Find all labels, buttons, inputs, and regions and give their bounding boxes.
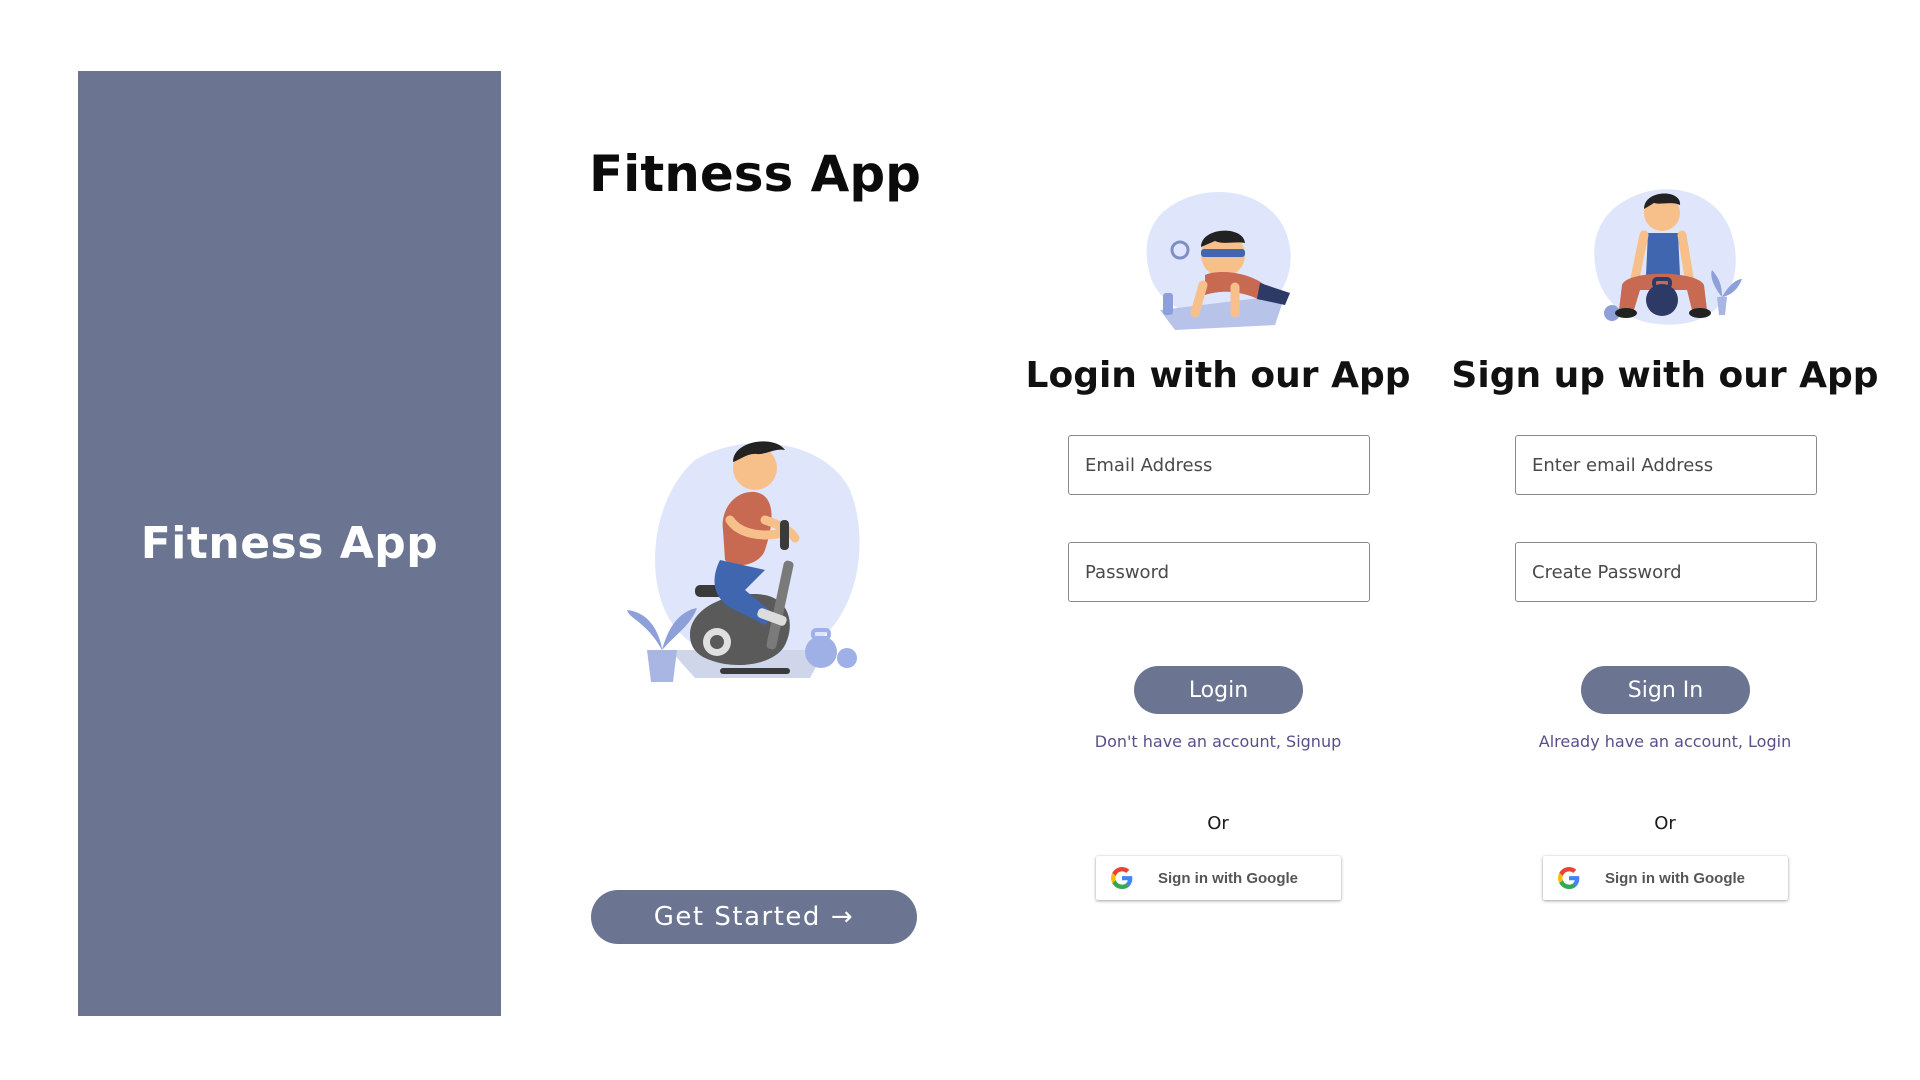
password-input[interactable] <box>1068 542 1370 602</box>
signup-title: Sign up with our App <box>1451 355 1879 396</box>
login-screen: Login with our App Login Don't have an a… <box>988 170 1448 910</box>
google-signin-button[interactable]: Sign in with Google <box>1096 856 1341 900</box>
login-button[interactable]: Login <box>1134 666 1303 714</box>
kettlebell-squat-illustration <box>1582 175 1748 341</box>
login-link[interactable]: Already have an account, Login <box>1435 732 1895 751</box>
google-signin-button[interactable]: Sign in with Google <box>1543 856 1788 900</box>
google-signin-label: Sign in with Google <box>1605 869 1745 887</box>
get-started-label: Get Started <box>653 902 821 932</box>
pushup-illustration <box>1135 175 1301 341</box>
login-title: Login with our App <box>1025 355 1411 396</box>
google-icon <box>1111 867 1133 889</box>
splash-title: Fitness App <box>140 518 439 569</box>
create-password-input[interactable] <box>1515 542 1817 602</box>
or-divider: Or <box>1654 813 1676 834</box>
signup-link[interactable]: Don't have an account, Signup <box>988 732 1448 751</box>
email-input[interactable] <box>1068 435 1370 495</box>
email-input[interactable] <box>1515 435 1817 495</box>
or-divider: Or <box>1207 813 1229 834</box>
stationary-bike-illustration <box>625 420 885 690</box>
sign-in-button[interactable]: Sign In <box>1581 666 1750 714</box>
signup-screen: Sign up with our App Sign In Already hav… <box>1435 170 1895 910</box>
google-signin-label: Sign in with Google <box>1158 869 1298 887</box>
get-started-button[interactable]: Get Started → <box>591 890 917 944</box>
google-icon <box>1558 867 1580 889</box>
arrow-right-icon: → <box>830 902 855 932</box>
landing-title: Fitness App <box>589 145 921 203</box>
splash-screen: Fitness App <box>78 71 501 1016</box>
